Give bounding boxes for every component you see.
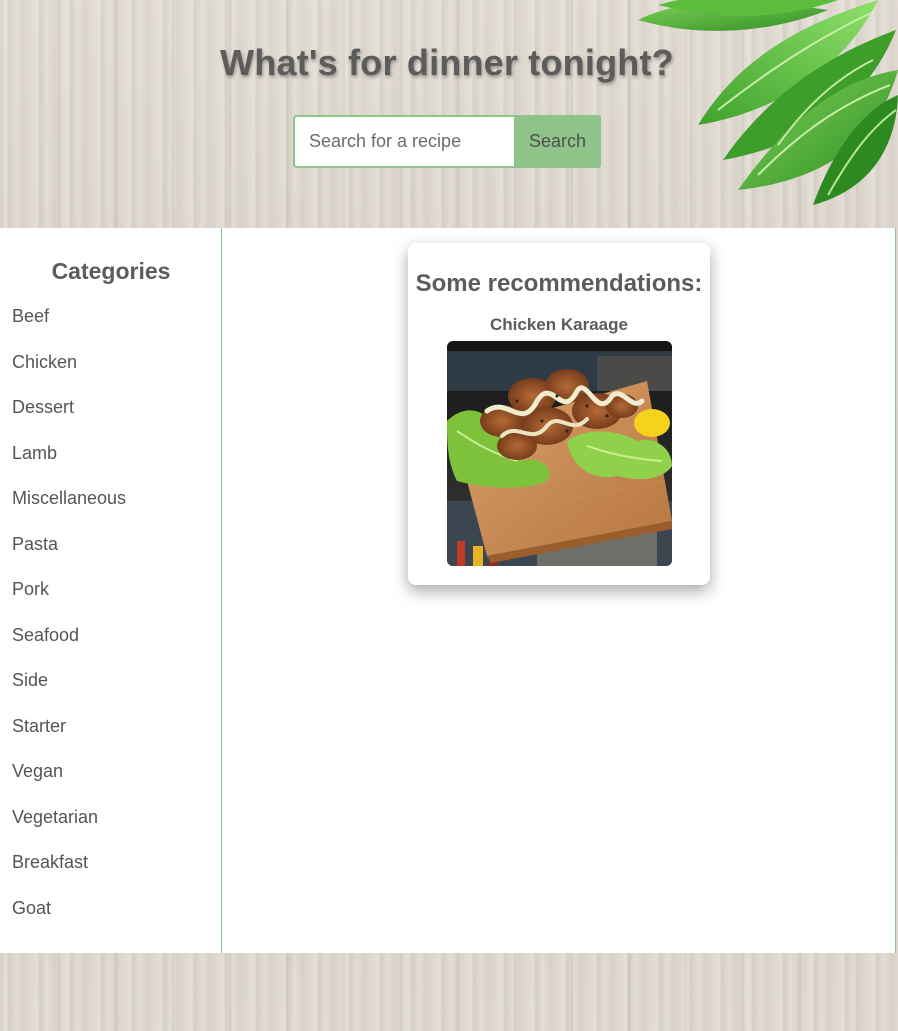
category-item-breakfast[interactable]: Breakfast [12,850,126,896]
category-item-chicken[interactable]: Chicken [12,350,126,396]
category-item-vegetarian[interactable]: Vegetarian [12,805,126,851]
search-button[interactable]: Search [514,115,601,168]
category-item-vegan[interactable]: Vegan [12,759,126,805]
page-header: What's for dinner tonight? Search [0,0,898,228]
category-item-miscellaneous[interactable]: Miscellaneous [12,486,126,532]
category-item-goat[interactable]: Goat [12,896,126,942]
category-item-side[interactable]: Side [12,668,126,714]
categories-sidebar: Categories Beef Chicken Dessert Lamb Mis… [0,228,222,953]
category-list: Beef Chicken Dessert Lamb Miscellaneous … [12,304,126,941]
category-item-pasta[interactable]: Pasta [12,532,126,578]
page-title: What's for dinner tonight? [220,42,674,83]
main-panel: Categories Beef Chicken Dessert Lamb Mis… [0,228,896,953]
category-item-pork[interactable]: Pork [12,577,126,623]
search-form: Search [293,115,601,168]
recipe-image[interactable] [447,341,672,566]
category-item-dessert[interactable]: Dessert [12,395,126,441]
leaves-decoration-icon [638,0,898,205]
category-item-lamb[interactable]: Lamb [12,441,126,487]
category-item-starter[interactable]: Starter [12,714,126,760]
category-item-beef[interactable]: Beef [12,304,126,350]
sidebar-title: Categories [51,258,171,284]
search-input[interactable] [293,115,514,168]
recommendation-heading: Some recommendations: [415,270,703,297]
recommendation-card: Some recommendations: Chicken Karaage [408,243,710,585]
category-item-seafood[interactable]: Seafood [12,623,126,669]
recipe-title-link[interactable]: Chicken Karaage [408,315,710,335]
